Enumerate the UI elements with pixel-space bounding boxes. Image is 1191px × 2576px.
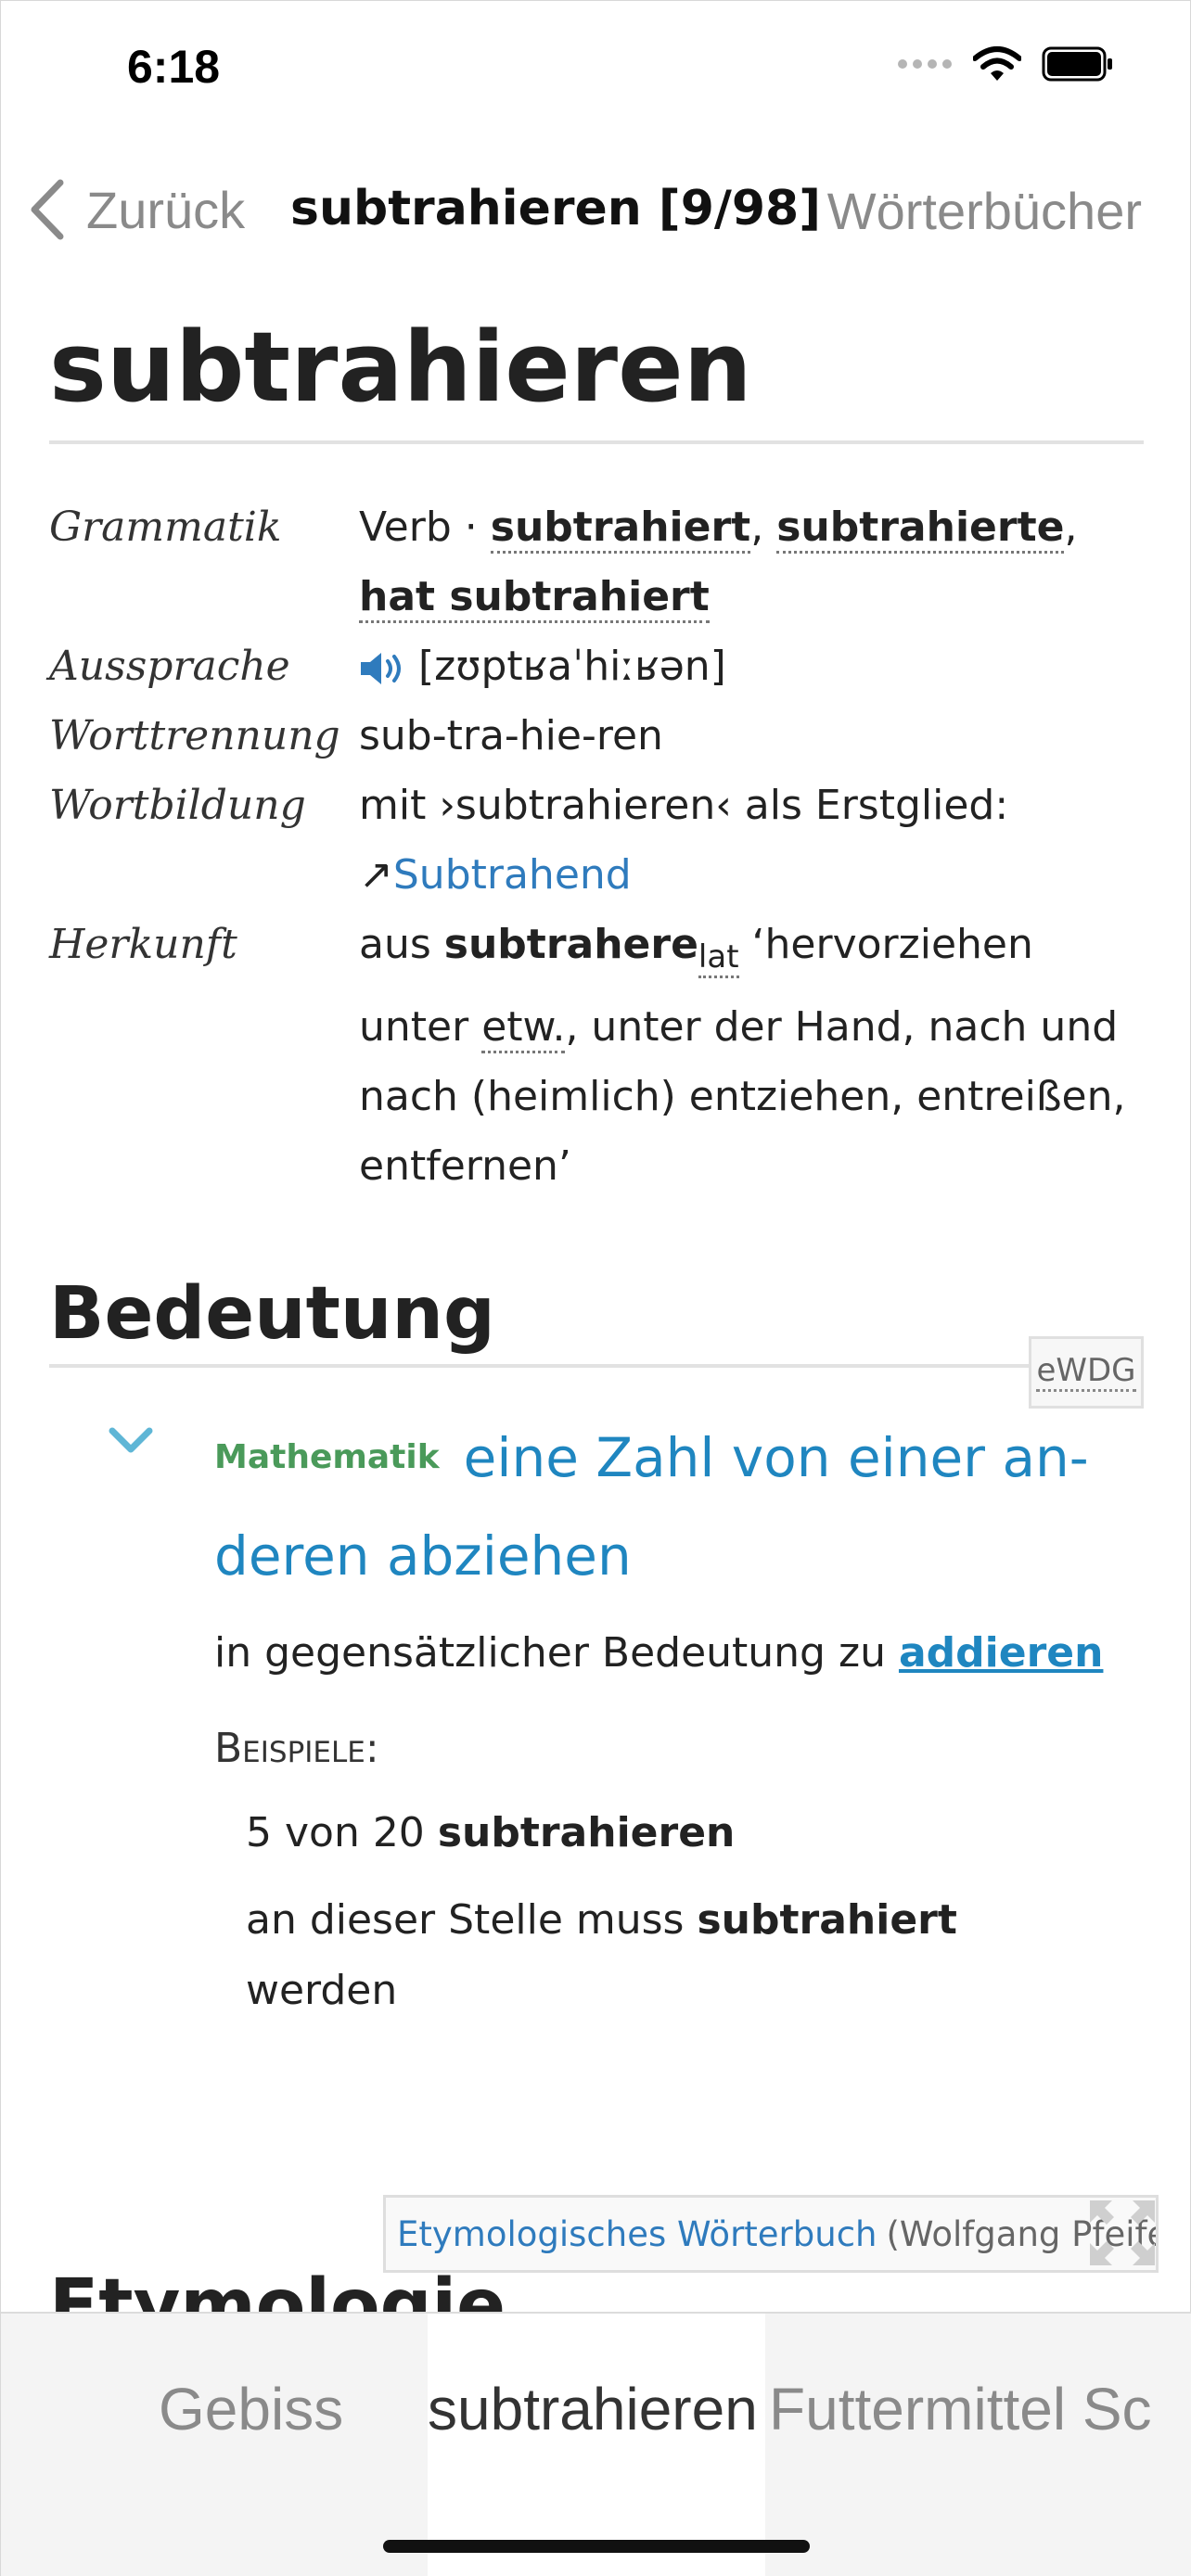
example-text-end: werden	[246, 1966, 398, 2014]
sense-note: in gegensätzlicher Bedeutung zu addieren	[214, 1618, 1144, 1689]
subject-category: Mathematik	[214, 1437, 440, 1476]
navigation-bar: Zurück subtrahieren [9/98] Wörterbücher	[1, 168, 1191, 251]
back-button-label: Zurück	[86, 180, 246, 239]
example-text: an dieser Stelle muss	[246, 1895, 685, 1944]
origin-key: Herkunft	[49, 921, 237, 968]
formation-text: mit ›subtrahieren‹ als Erstglied:	[359, 782, 1009, 829]
abbreviation[interactable]: etw.	[481, 1002, 566, 1053]
origin-value: aus subtraherelat ‘hervorziehen unter et…	[359, 910, 1144, 1201]
speaker-icon[interactable]	[359, 650, 409, 687]
example-keyword: subtrahieren	[437, 1808, 736, 1856]
example-text: 5 von 20	[246, 1808, 425, 1856]
meaning-title: Bedeutung	[49, 1271, 495, 1356]
dictionaries-button[interactable]: Wörterbücher	[827, 181, 1142, 241]
part-of-speech: Verb	[359, 504, 452, 551]
formation-link[interactable]: Subtrahend	[393, 851, 632, 899]
entry-content: subtrahieren Grammatik Verb · subtrahier…	[49, 307, 1144, 2026]
battery-icon	[1042, 46, 1112, 82]
home-indicator[interactable]	[383, 2540, 810, 2553]
ipa-transcription: [zʊptʁaˈhiːʁən]	[418, 643, 726, 690]
status-icons	[897, 45, 1114, 83]
grammar-form[interactable]: subtrahierte	[776, 504, 1065, 554]
meaning-divider	[49, 1363, 1144, 1368]
meaning-section-header: Bedeutung eWDG	[49, 1268, 1144, 1409]
source-badge-label: eWDG	[1036, 1352, 1136, 1393]
origin-row: Herkunft aus subtraherelat ‘hervorziehen…	[49, 910, 1144, 1201]
grammar-row: Grammatik Verb · subtrahiert, subtrahier…	[49, 492, 1144, 631]
status-time: 6:18	[127, 41, 221, 93]
formation-row: Wortbildung mit ›subtrahieren‹ als Erstg…	[49, 771, 1144, 910]
tab-label: Futtermittel Sc	[769, 2376, 1152, 2442]
origin-language[interactable]: lat	[698, 937, 739, 978]
tab-label: Gebiss	[159, 2376, 344, 2442]
wifi-icon	[973, 46, 1021, 81]
sense-item: Mathematik eine Zahl von einer an­deren a…	[49, 1410, 1144, 2026]
history-tab-strip: Gebiss subtrahieren Futtermittel Sc	[1, 2312, 1191, 2576]
chevron-left-icon	[31, 179, 64, 240]
hyphenation-key: Worttrennung	[49, 712, 340, 759]
origin-prefix: aus	[359, 921, 431, 968]
source-badge[interactable]: eWDG	[1029, 1335, 1144, 1409]
example-keyword: subtrahiert	[697, 1895, 957, 1944]
hyphenation-row: Worttrennung sub-tra-hie-ren	[49, 701, 1144, 771]
pronunciation-row: Aussprache [zʊptʁaˈhiːʁən]	[49, 631, 1144, 701]
chevron-down-icon[interactable]	[109, 1427, 153, 1455]
origin-word: subtrahere	[443, 921, 698, 968]
grammar-form[interactable]: hat subtrahiert	[359, 573, 710, 623]
tab-futtermittel[interactable]: Futtermittel Sc	[765, 2314, 1191, 2576]
origin-gloss-rest: , unter der Hand, nach und nach (heimlic…	[359, 1002, 1126, 1190]
grammar-key: Grammatik	[49, 504, 282, 551]
tab-label: subtrahieren	[428, 2376, 758, 2442]
tab-subtrahieren[interactable]: subtrahieren	[428, 2314, 765, 2576]
example-item: an dieser Stelle muss subtrahiert werden	[214, 1885, 1144, 2026]
hyphenation-value: sub-tra-hie-ren	[359, 712, 663, 759]
sense-definition-line: Mathematik eine Zahl von einer an­deren a…	[214, 1410, 1144, 1603]
antonym-link[interactable]: addieren	[899, 1629, 1103, 1677]
nav-title: subtrahieren [9/98]	[290, 181, 821, 236]
headword: subtrahieren	[49, 311, 752, 424]
tab-gebiss[interactable]: Gebiss	[1, 2314, 428, 2576]
expand-icon[interactable]	[1088, 2199, 1157, 2267]
grammar-value: Verb · subtrahiert, subtrahierte, hat su…	[359, 492, 1144, 631]
arrow-icon: ↗	[359, 851, 393, 899]
back-button[interactable]: Zurück	[27, 177, 245, 242]
formation-key: Wortbildung	[49, 782, 306, 829]
example-item: 5 von 20 subtrahieren	[214, 1798, 1144, 1868]
pronunciation-value: [zʊptʁaˈhiːʁən]	[359, 631, 1144, 701]
entry-info: Grammatik Verb · subtrahiert, subtrahier…	[49, 492, 1144, 1201]
app-frame: 6:18 Zurück subtrahieren [9/98] Wörterbü	[0, 0, 1191, 2576]
pronunciation-key: Aussprache	[49, 643, 290, 690]
separator: ·	[464, 504, 478, 551]
grammar-form[interactable]: subtrahiert	[490, 504, 751, 554]
formation-value: mit ›subtrahieren‹ als Erstglied: ↗Subtr…	[359, 771, 1144, 910]
etymology-section-title: Etymologie	[49, 2264, 506, 2312]
sense-note-text: in gegensätzlicher Bedeutung zu	[214, 1628, 886, 1677]
signal-dots-icon	[898, 59, 952, 69]
etymology-source-link[interactable]: Etymologisches Wörterbuch	[397, 2214, 877, 2254]
examples-label: Beispiele:	[214, 1724, 379, 1772]
headword-divider	[49, 440, 1144, 444]
